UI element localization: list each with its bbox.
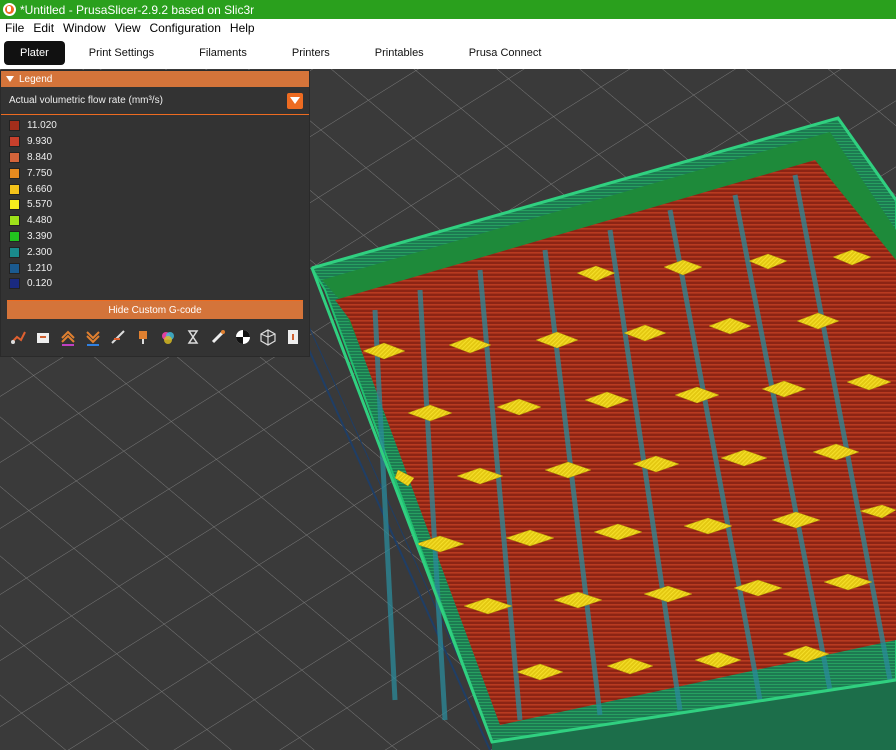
tab-plater[interactable]: Plater [4,40,65,65]
scale-row: 0.120 [1,276,309,292]
tab-prusa-connect[interactable]: Prusa Connect [448,41,563,65]
tab-print-settings[interactable]: Print Settings [68,41,175,65]
tab-printables[interactable]: Printables [354,41,445,65]
legend-title: Legend [19,73,53,85]
color-swatch [9,136,20,148]
scale-row: 2.300 [1,244,309,260]
menu-configuration[interactable]: Configuration [150,21,221,35]
custom-gcode-icon[interactable] [207,326,229,348]
color-swatch [9,120,20,132]
collapse-triangle-icon[interactable] [6,76,14,82]
menu-bar: File Edit Window View Configuration Help [0,19,896,36]
scale-value: 6.660 [27,183,53,195]
scale-row: 1.210 [1,260,309,276]
menu-window[interactable]: Window [63,21,106,35]
tab-bar: Plater Print Settings Filaments Printers… [0,36,896,69]
color-swatch [9,246,20,258]
chevron-down-icon[interactable] [287,92,303,109]
retractions-icon[interactable] [57,326,79,348]
scale-value: 3.390 [27,230,53,242]
scale-value: 2.300 [27,246,53,258]
deretractions-icon[interactable] [82,326,104,348]
legend-toolbar [1,319,309,348]
view-type-value: Actual volumetric flow rate (mm³/s) [9,95,163,106]
scale-value: 0.120 [27,278,53,290]
legend-header[interactable]: Legend [1,71,309,87]
scale-value: 4.480 [27,215,53,227]
color-swatch [9,262,20,274]
color-swatch [9,215,20,227]
color-swatch [9,230,20,242]
scale-row: 9.930 [1,134,309,150]
prusaslicer-logo-icon [3,3,16,16]
scale-row: 8.840 [1,150,309,166]
color-swatch [9,199,20,211]
title-bar: *Untitled - PrusaSlicer-2.9.2 based on S… [0,0,896,19]
scale-row: 6.660 [1,181,309,197]
wipe-icon[interactable] [32,326,54,348]
color-swatch [9,167,20,179]
scale-row: 4.480 [1,213,309,229]
scale-value: 8.840 [27,151,53,163]
scale-row: 7.750 [1,165,309,181]
scale-value: 9.930 [27,136,53,148]
color-changes-icon[interactable] [157,326,179,348]
tab-filaments[interactable]: Filaments [178,41,268,65]
color-swatch [9,183,20,195]
seams-icon[interactable] [107,326,129,348]
menu-help[interactable]: Help [230,21,255,35]
pause-prints-icon[interactable] [182,326,204,348]
tool-changes-icon[interactable] [132,326,154,348]
scale-row: 3.390 [1,229,309,245]
scale-row: 5.570 [1,197,309,213]
scale-value: 11.020 [27,120,57,132]
color-swatch [9,151,20,163]
center-of-gravity-icon[interactable] [232,326,254,348]
hide-custom-gcode-button[interactable]: Hide Custom G-code [7,299,303,319]
scale-value: 5.570 [27,199,53,211]
travel-icon[interactable] [7,326,29,348]
legend-panel: Legend Actual volumetric flow rate (mm³/… [0,70,310,357]
menu-edit[interactable]: Edit [33,21,54,35]
color-swatch [9,278,20,290]
tab-printers[interactable]: Printers [271,41,351,65]
tool-marker-icon[interactable] [282,326,304,348]
scale-value: 7.750 [27,167,53,179]
menu-file[interactable]: File [5,21,24,35]
menu-view[interactable]: View [115,21,141,35]
scale-value: 1.210 [27,262,53,274]
window-title: *Untitled - PrusaSlicer-2.9.2 based on S… [20,2,255,17]
scale-row: 11.020 [1,118,309,134]
color-scale: 11.020 9.930 8.840 7.750 6.660 5.570 4.4… [1,118,309,292]
shells-icon[interactable] [257,326,279,348]
view-type-dropdown[interactable]: Actual volumetric flow rate (mm³/s) [1,87,309,115]
